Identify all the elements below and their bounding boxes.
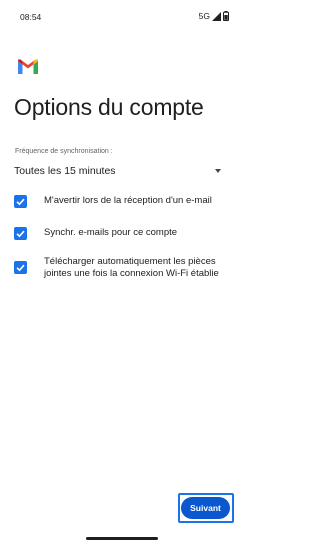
home-indicator[interactable] <box>86 537 158 540</box>
sync-frequency-label: Fréquence de synchronisation : <box>15 148 113 155</box>
wifi-download-option[interactable]: Télécharger automatiquement les pièces j… <box>14 256 236 287</box>
gmail-logo <box>18 59 38 74</box>
notify-option[interactable]: M'avertir lors de la réception d'un e-ma… <box>14 195 236 209</box>
status-time: 08:54 <box>20 12 42 22</box>
network-type: 5G <box>198 11 210 21</box>
sync-emails-option[interactable]: Synchr. e-mails pour ce compte <box>14 227 236 241</box>
status-bar: 08:54 5G <box>0 0 243 34</box>
notify-checkbox[interactable] <box>14 195 27 208</box>
check-icon <box>16 198 25 206</box>
sync-frequency-value: Toutes les 15 minutes <box>14 165 116 177</box>
sync-emails-label: Synchr. e-mails pour ce compte <box>44 227 178 238</box>
page-title: Options du compte <box>14 94 204 120</box>
sync-frequency-dropdown[interactable]: Toutes les 15 minutes <box>14 164 227 180</box>
next-button[interactable]: Suivant <box>181 497 230 519</box>
wifi-download-label: Télécharger automatiquement les pièces j… <box>44 256 219 280</box>
wifi-download-label-line1: Télécharger automatiquement les pièces <box>44 256 216 267</box>
check-icon <box>16 230 25 238</box>
sync-emails-checkbox[interactable] <box>14 227 27 240</box>
dropdown-arrow-icon <box>215 169 221 173</box>
notify-label: M'avertir lors de la réception d'un e-ma… <box>44 195 212 206</box>
wifi-download-label-line2: jointes une fois la connexion Wi-Fi étab… <box>44 268 219 279</box>
battery-icon <box>223 11 229 21</box>
status-icons: 5G <box>199 11 229 21</box>
wifi-download-checkbox[interactable] <box>14 261 27 274</box>
check-icon <box>16 264 25 272</box>
signal-icon <box>212 11 221 21</box>
